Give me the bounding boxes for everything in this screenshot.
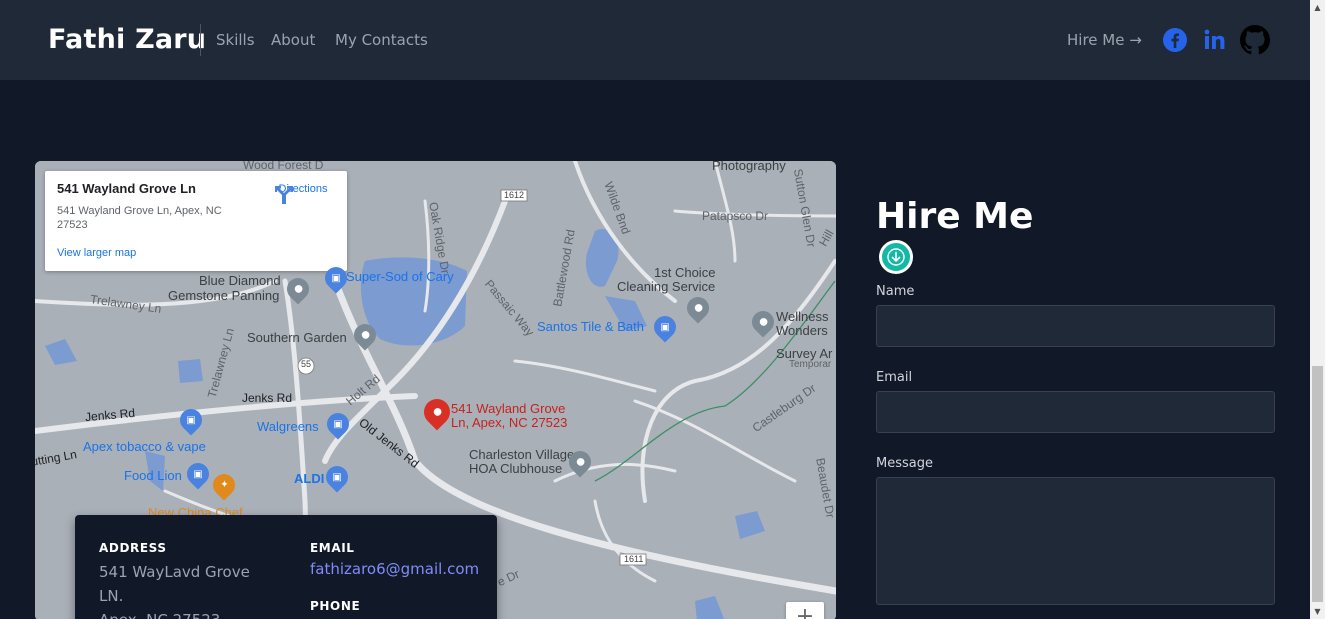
phone-heading: PHONE xyxy=(310,599,361,613)
hire-me-title: Hire Me xyxy=(876,196,1034,237)
map-label-cleaning: Cleaning Service xyxy=(617,279,716,294)
email-input[interactable] xyxy=(876,391,1275,433)
map-label-jenks-rd: Jenks Rd xyxy=(242,391,293,405)
map-label-patapsco: Patapsco Dr xyxy=(702,209,769,223)
map-label-route-1612: 1612 xyxy=(504,190,525,200)
map-place-address: 541 Wayland Grove Ln, Apex, NC 27523 xyxy=(57,205,222,232)
map-place-title: 541 Wayland Grove Ln xyxy=(57,181,196,196)
map-label-pin-line1: 541 Wayland Grove xyxy=(451,401,566,416)
message-label: Message xyxy=(876,456,933,471)
map-label-aldi: ALDI xyxy=(294,471,325,486)
email-link[interactable]: fathizaro6@gmail.com xyxy=(310,560,479,578)
address-line-2: LN. xyxy=(99,587,124,605)
map-label-route-1611: 1611 xyxy=(624,554,644,564)
directions-button[interactable]: Directions xyxy=(273,183,333,204)
linkedin-icon[interactable] xyxy=(1200,24,1230,56)
address-heading: ADDRESS xyxy=(99,541,167,555)
map-label-wood-forest: Wood Forest D xyxy=(243,161,324,172)
map-place-card: 541 Wayland Grove Ln 541 Wayland Grove L… xyxy=(45,171,347,271)
map-label-pin-line2: Ln, Apex, NC 27523 xyxy=(451,415,568,430)
map-label-blue-diamond: Blue Diamond xyxy=(199,273,281,288)
map-label-apex-tobacco: Apex tobacco & vape xyxy=(83,439,206,454)
map-label-wellness: Wellness xyxy=(776,309,829,324)
scrollbar-thumb[interactable] xyxy=(1312,366,1323,602)
name-input[interactable] xyxy=(876,305,1275,347)
site-header: Fathi Zaru Skills About My Contacts Hire… xyxy=(0,0,1310,80)
map-label-route-55: 55 xyxy=(301,359,312,369)
name-label: Name xyxy=(876,284,915,299)
map-label-hoa: HOA Clubhouse xyxy=(469,461,563,476)
email-label: Email xyxy=(876,370,913,385)
header-divider xyxy=(200,24,201,56)
scroll-up-arrow[interactable]: ▲ xyxy=(1310,0,1325,15)
directions-icon xyxy=(275,186,293,204)
map-label-first-choice: 1st Choice xyxy=(654,265,716,280)
map-label-santos: Santos Tile & Bath xyxy=(537,319,644,334)
arrow-down-icon xyxy=(887,248,905,266)
address-line-1: 541 WayLavd Grove xyxy=(99,563,250,581)
map-label-southern-garden: Southern Garden xyxy=(247,330,347,345)
address-line-3: Apex, NC 27523 xyxy=(99,608,220,619)
scroll-down-arrow[interactable]: ▼ xyxy=(1310,604,1325,619)
map-label-charleston: Charleston Village xyxy=(469,447,575,462)
map-label-food-lion: Food Lion xyxy=(124,468,182,483)
view-larger-map-link[interactable]: View larger map xyxy=(57,247,136,259)
nav-about[interactable]: About xyxy=(271,31,315,49)
map-label-gemstone: Gemstone Panning xyxy=(168,288,280,303)
map-label-photography: Photography xyxy=(712,161,786,173)
contact-info-panel: ADDRESS 541 WayLavd Grove LN. Apex, NC 2… xyxy=(75,515,497,619)
facebook-icon[interactable] xyxy=(1160,24,1190,56)
map-label-walgreens: Walgreens xyxy=(257,419,319,434)
brand-name[interactable]: Fathi Zaru xyxy=(48,24,206,55)
message-textarea[interactable] xyxy=(876,477,1275,605)
nav-my-contacts[interactable]: My Contacts xyxy=(335,31,428,49)
nav-skills[interactable]: Skills xyxy=(216,31,255,49)
hire-me-link[interactable]: Hire Me → xyxy=(1067,31,1142,49)
map-label-wonders: Wonders xyxy=(776,323,828,338)
map-label-temporarily: Temporar xyxy=(789,359,832,370)
map-label-super-sod: Super-Sod of Cary xyxy=(346,269,454,284)
scroll-down-button[interactable] xyxy=(879,240,913,274)
map-zoom-in-button[interactable]: + xyxy=(786,602,824,619)
github-icon[interactable] xyxy=(1240,24,1270,56)
email-heading: EMAIL xyxy=(310,541,355,555)
